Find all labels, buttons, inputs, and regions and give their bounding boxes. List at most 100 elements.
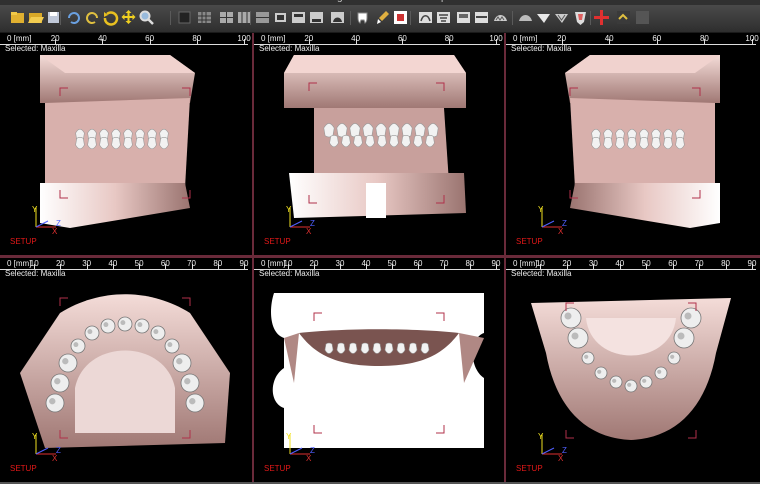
- ruler-tick-label: 80: [444, 34, 454, 43]
- brush-icon[interactable]: [374, 9, 391, 26]
- undo-icon[interactable]: [65, 9, 82, 26]
- menu-window[interactable]: Window: [270, 0, 306, 3]
- ruler-tick-label: 40: [604, 34, 614, 43]
- setup-label: SETUP: [516, 464, 543, 473]
- axis-z-label: Z: [562, 219, 567, 228]
- ruler-tick-label: 60: [160, 259, 170, 268]
- zoom-icon[interactable]: [138, 9, 155, 26]
- rotate-icon[interactable]: [102, 9, 119, 26]
- ruler-tick-label: 50: [134, 259, 144, 268]
- toolbar-separator: [512, 11, 513, 25]
- setup-label: SETUP: [264, 464, 291, 473]
- viewport-maxilla-occlusal[interactable]: 0 [mm] 10 20 30 40 50 60 70 80 90 Selected: Maxill…: [0, 258, 252, 482]
- crosshair-icon[interactable]: [593, 9, 610, 26]
- selected-model-label: Selected: Maxilla: [511, 44, 572, 53]
- open-icon[interactable]: [9, 9, 26, 26]
- ruler-tick-label: 10: [535, 259, 545, 268]
- setup-label: SETUP: [10, 464, 37, 473]
- ruler-tick-label: 10: [29, 259, 39, 268]
- viewport-left[interactable]: 0 [mm] 20 40 60 80 100 Selected: Maxilla Y X Z SET…: [506, 33, 760, 255]
- ruler-tick-label: 80: [213, 259, 223, 268]
- tooth-shield-icon[interactable]: [572, 9, 589, 26]
- menu-measurements[interactable]: Measurements: [180, 0, 246, 3]
- menu-movement[interactable]: Movement: [52, 0, 99, 3]
- toolbar-separator: [60, 11, 61, 25]
- maxilla-icon[interactable]: [455, 9, 472, 26]
- ruler-tick-label: 50: [387, 259, 397, 268]
- setup-label: SETUP: [264, 237, 291, 246]
- menu-account[interactable]: Account: [387, 0, 423, 3]
- toolbar-separator: [170, 11, 171, 25]
- mandible-icon[interactable]: [473, 9, 490, 26]
- ruler-tick-label: 60: [668, 259, 678, 268]
- ruler-tick-label: 80: [699, 34, 709, 43]
- layout-icon[interactable]: [218, 9, 235, 26]
- ruler-tick-label: 70: [694, 259, 704, 268]
- move-icon[interactable]: [120, 9, 137, 26]
- axis-z-label: Z: [310, 219, 315, 228]
- selected-model-label: Selected: Maxilla: [5, 269, 66, 278]
- setup-label: SETUP: [516, 237, 543, 246]
- ruler-tick-label: 80: [721, 259, 730, 268]
- grid-icon[interactable]: [196, 9, 213, 26]
- open-folder-icon[interactable]: [27, 9, 44, 26]
- tooth-icon[interactable]: [354, 9, 371, 26]
- ruler-tick-label: 10: [283, 259, 293, 268]
- menu-manage-models[interactable]: Manage Models: [312, 0, 383, 3]
- selected-model-label: Selected: Maxilla: [5, 44, 66, 53]
- view-front-icon[interactable]: [272, 9, 289, 26]
- view-bottom-icon[interactable]: [308, 9, 325, 26]
- toolbar-separator: [350, 11, 351, 25]
- settings-icon[interactable]: [615, 9, 632, 26]
- ruler-unit: 0 [mm]: [513, 34, 538, 43]
- selected-model-label: Selected: Maxilla: [259, 269, 320, 278]
- toolbar-separator: [250, 11, 251, 25]
- arch-2-icon[interactable]: [535, 9, 552, 26]
- ruler-tick-label: 40: [108, 259, 118, 268]
- axis-y-label: Y: [286, 432, 292, 441]
- menu-help[interactable]: Help: [426, 0, 447, 3]
- viewport-mandible-occlusal[interactable]: 0 [mm] 10 20 30 40 50 60 70 80 90 Selected: Maxill…: [506, 258, 760, 482]
- ruler-tick-label: 70: [187, 259, 196, 268]
- view-top-icon[interactable]: [290, 9, 307, 26]
- tooth-front-icon[interactable]: [517, 9, 534, 26]
- menu-file[interactable]: File: [5, 0, 21, 3]
- ruler-tick-label: 80: [192, 34, 202, 43]
- redo-icon[interactable]: [84, 9, 101, 26]
- axis-x-label: X: [52, 227, 58, 236]
- ruler-tick-label: 100: [745, 34, 759, 43]
- menu-tools[interactable]: Tools: [240, 0, 263, 3]
- jaws-icon[interactable]: [492, 9, 509, 26]
- layout-3-icon[interactable]: [254, 9, 271, 26]
- axis-x-label: X: [306, 227, 312, 236]
- ruler-tick-label: 30: [588, 259, 598, 268]
- view-side-icon[interactable]: [329, 9, 346, 26]
- teeth-white-icon[interactable]: [392, 9, 409, 26]
- axis-y-label: Y: [538, 432, 544, 441]
- ruler-tick-label: 20: [55, 259, 65, 268]
- menu-view[interactable]: View: [103, 0, 125, 3]
- ruler-tick-label: 60: [145, 34, 155, 43]
- ruler-tick-label: 50: [641, 259, 651, 268]
- viewport-back[interactable]: 0 [mm] 10 20 30 40 50 60 70 80 90 Selected: Maxill…: [254, 258, 504, 482]
- toolbar-separator: [590, 11, 591, 25]
- ruler-tick-label: 20: [557, 34, 567, 43]
- axis-x-label: X: [558, 454, 564, 463]
- ruler-tick-label: 40: [361, 259, 371, 268]
- window-icon[interactable]: [634, 9, 651, 26]
- arch-3-icon[interactable]: [553, 9, 570, 26]
- ruler-tick-label: 60: [397, 34, 407, 43]
- select-icon[interactable]: [176, 9, 193, 26]
- menu-planes[interactable]: Planes: [138, 0, 169, 3]
- axis-z-label: Z: [310, 446, 315, 455]
- ruler-unit: 0 [mm]: [261, 34, 286, 43]
- ruler-unit: 0 [mm]: [7, 259, 32, 268]
- ruler-tick-label: 20: [562, 259, 572, 268]
- viewport-right[interactable]: 0 [mm] 20 40 60 80 100 Selected: Maxilla Y X Z SET…: [0, 33, 252, 255]
- ruler-tick-label: 60: [652, 34, 662, 43]
- toolbar-separator: [410, 11, 411, 25]
- occlusal-icon[interactable]: [417, 9, 434, 26]
- arch-icon[interactable]: [435, 9, 452, 26]
- menu-edit[interactable]: Edit: [28, 0, 45, 3]
- viewport-front[interactable]: 0 [mm] 20 40 60 80 100 Selected: Maxilla Y X Z SET…: [254, 33, 504, 255]
